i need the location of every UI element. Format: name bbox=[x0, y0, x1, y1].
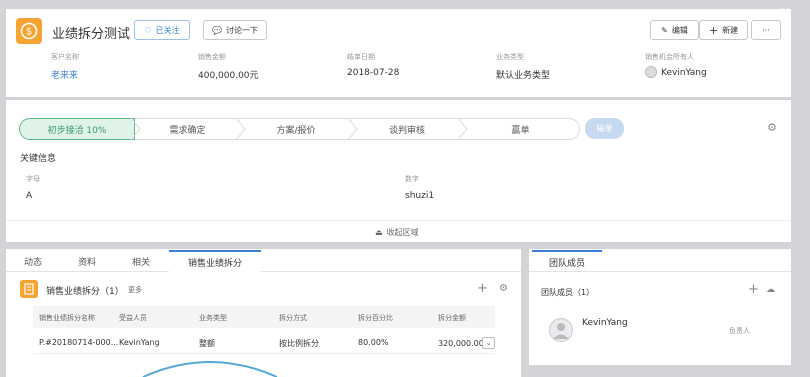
summary-label-close-date: 结单日期 bbox=[347, 53, 375, 61]
col-split-amount: 拆分金额 bbox=[438, 314, 466, 322]
col-split-percent: 拆分百分比 bbox=[358, 314, 393, 322]
key-info-title: 关键信息 bbox=[20, 154, 57, 164]
sales-logo-icon: $ bbox=[16, 18, 42, 44]
summary-value-customer[interactable]: 老来来 bbox=[51, 68, 78, 81]
collapse-label: 收起区域 bbox=[386, 228, 419, 237]
follow-button[interactable]: ♡ 已关注 bbox=[134, 20, 190, 40]
header-panel: $ 业绩拆分测试 ♡ 已关注 💬 讨论一下 ✎ 编辑 + 新建 ··· 客户名称… bbox=[6, 9, 791, 97]
row-split-method: 按比例拆分 bbox=[279, 339, 319, 348]
edit-label: 编辑 bbox=[671, 25, 688, 35]
col-beneficiary: 受益人员 bbox=[119, 314, 147, 322]
col-split-method: 拆分方式 bbox=[279, 314, 307, 322]
new-label: 新建 bbox=[722, 25, 739, 35]
new-button[interactable]: + 新建 bbox=[699, 20, 748, 40]
more-button[interactable]: ··· bbox=[751, 20, 781, 40]
discuss-button[interactable]: 💬 讨论一下 bbox=[203, 20, 267, 40]
summary-label-customer: 客户名称 bbox=[51, 53, 79, 61]
pencil-icon: ✎ bbox=[661, 25, 668, 35]
discuss-label: 讨论一下 bbox=[225, 25, 258, 35]
summary-label-business-type: 业务类型 bbox=[496, 53, 524, 61]
key-field-number-value: shuzi1 bbox=[405, 191, 435, 201]
lose-button[interactable]: 输单 bbox=[585, 118, 624, 139]
team-member-role: 负责人 bbox=[729, 327, 750, 335]
summary-value-amount: 400,000.00元 bbox=[198, 71, 259, 81]
tab-info[interactable]: 资料 bbox=[66, 250, 108, 272]
summary-value-owner: KevinYang bbox=[661, 68, 707, 78]
col-business-type: 业务类型 bbox=[199, 314, 227, 322]
row-beneficiary: KevinYang bbox=[119, 338, 160, 347]
split-module-icon bbox=[20, 280, 38, 298]
row-split-amount: 320,000.00元 bbox=[438, 339, 482, 348]
page-title: 业绩拆分测试 bbox=[52, 27, 131, 42]
split-table-header-bg bbox=[33, 306, 495, 328]
team-title: 团队成员（1） bbox=[541, 288, 595, 297]
heart-icon: ♡ bbox=[144, 25, 152, 35]
split-title: 销售业绩拆分（1） bbox=[46, 287, 124, 297]
decorative-circle bbox=[142, 361, 278, 377]
team-chat-icon[interactable]: ☁ bbox=[766, 285, 775, 295]
collapse-divider bbox=[6, 220, 791, 221]
tab-related[interactable]: 相关 bbox=[120, 250, 162, 272]
chat-icon: 💬 bbox=[212, 25, 222, 35]
tab-sales-split[interactable]: 销售业绩拆分 bbox=[169, 250, 261, 272]
row-business-type: 整额 bbox=[199, 339, 215, 348]
summary-label-amount: 销售金额 bbox=[198, 53, 226, 61]
svg-text:$: $ bbox=[26, 27, 32, 38]
key-field-letter-value: A bbox=[26, 191, 33, 201]
row-action-dropdown[interactable]: ⌄ bbox=[482, 337, 495, 349]
key-field-number-label: 数字 bbox=[405, 175, 419, 183]
row-split-percent: 80.00% bbox=[358, 338, 389, 347]
team-member-name: KevinYang bbox=[582, 318, 628, 328]
split-settings-gear-icon[interactable]: ⚙ bbox=[499, 283, 508, 294]
key-field-letter-label: 字母 bbox=[26, 175, 40, 183]
split-more-link[interactable]: 更多 bbox=[128, 285, 142, 295]
collapse-up-icon: ⏏ bbox=[375, 228, 383, 237]
stage-settings-gear-icon[interactable]: ⚙ bbox=[767, 121, 777, 134]
split-add-plus-icon[interactable]: + bbox=[477, 281, 488, 296]
row-name-link[interactable]: P.#20180714-000... bbox=[39, 338, 118, 347]
avatar bbox=[549, 318, 573, 342]
summary-value-business-type: 默认业务类型 bbox=[496, 71, 551, 81]
plus-icon: + bbox=[708, 23, 719, 37]
follow-label: 已关注 bbox=[155, 25, 180, 35]
avatar bbox=[645, 66, 657, 78]
collapse-toggle[interactable]: ⏏ 收起区域 bbox=[375, 227, 419, 238]
team-add-plus-icon[interactable]: + bbox=[748, 282, 759, 297]
tab-activity[interactable]: 动态 bbox=[12, 250, 54, 272]
stage-separators bbox=[130, 118, 468, 140]
col-name: 销售业绩拆分名称 bbox=[39, 314, 95, 322]
tab-team-members[interactable]: 团队成员 bbox=[532, 250, 602, 272]
summary-label-owner: 销售机会所有人 bbox=[645, 53, 694, 61]
edit-button[interactable]: ✎ 编辑 bbox=[650, 20, 699, 40]
summary-value-close-date: 2018-07-28 bbox=[347, 68, 400, 78]
